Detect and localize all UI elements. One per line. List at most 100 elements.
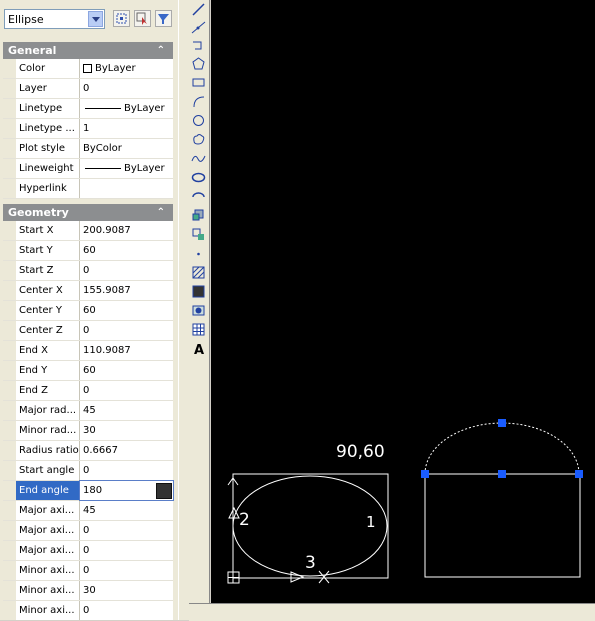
rectangle-tool-icon[interactable] (191, 75, 206, 90)
property-value[interactable]: 110.9087 (80, 341, 173, 360)
multiline-text-tool-icon[interactable]: A (191, 341, 206, 356)
arc-tool-icon[interactable] (191, 94, 206, 109)
chevron-down-icon[interactable] (88, 11, 103, 27)
property-value[interactable]: 180 (79, 480, 174, 501)
property-row[interactable]: Minor axi... 0 (3, 561, 173, 581)
arc-rectangle[interactable] (424, 473, 581, 578)
grip-center[interactable] (498, 470, 506, 478)
property-value[interactable]: 30 (80, 421, 173, 440)
property-row[interactable]: End angle 180 (3, 480, 174, 501)
property-value[interactable]: 0 (80, 521, 173, 540)
collapse-icon[interactable]: ⌃ (157, 42, 165, 59)
property-value[interactable]: 200.9087 (80, 221, 173, 240)
horizontal-scrollbar[interactable] (189, 603, 595, 621)
select-objects-button[interactable] (134, 10, 151, 27)
property-row[interactable]: Major rad... 45 (3, 401, 173, 421)
property-row[interactable]: Start Z0 (3, 261, 173, 281)
geometry-section-header[interactable]: Geometry ⌃ (3, 204, 173, 221)
property-row[interactable]: Minor axi... 0 (3, 601, 173, 620)
property-row[interactable]: Layer 0 (3, 79, 173, 99)
property-value[interactable]: 45 (80, 501, 173, 520)
gradient-tool-icon[interactable] (191, 284, 206, 299)
property-row[interactable]: Start angle 0 (3, 461, 173, 481)
row-gutter (3, 441, 16, 460)
quick-select-button[interactable] (155, 10, 172, 27)
grip-start[interactable] (421, 470, 429, 478)
property-value[interactable]: 60 (80, 301, 173, 320)
property-row[interactable]: Minor axi... 30 (3, 581, 173, 601)
polygon-tool-icon[interactable] (191, 56, 206, 71)
property-row[interactable]: Center X 155.9087 (3, 281, 173, 301)
circle-tool-icon[interactable] (191, 113, 206, 128)
property-value[interactable]: 0 (80, 601, 173, 620)
construction-line-tool-icon[interactable] (191, 20, 206, 35)
hatch-tool-icon[interactable] (191, 265, 206, 280)
property-value[interactable]: 1 (80, 119, 173, 138)
make-block-tool-icon[interactable] (191, 227, 206, 242)
grip-end[interactable] (575, 470, 583, 478)
general-section-header[interactable]: General ⌃ (3, 42, 173, 59)
ellipse-tool-icon[interactable] (191, 170, 206, 185)
property-row[interactable]: Lineweight ByLayer (3, 159, 173, 179)
line-tool-icon[interactable] (191, 2, 206, 17)
insert-block-tool-icon[interactable] (191, 208, 206, 223)
property-row[interactable]: Start X 200.9087 (3, 221, 173, 241)
property-row[interactable]: End Z0 (3, 381, 173, 401)
property-value[interactable]: 45 (80, 401, 173, 420)
property-value[interactable]: 155.9087 (80, 281, 173, 300)
property-value[interactable] (80, 179, 173, 198)
revision-cloud-tool-icon[interactable] (191, 132, 206, 147)
property-value[interactable]: 0 (80, 541, 173, 560)
ellipse-arc-tool-icon[interactable] (191, 189, 206, 204)
property-row[interactable]: End Y 60 (3, 361, 173, 381)
property-value[interactable]: 30 (80, 581, 173, 600)
ucs-cross-icon (228, 572, 239, 583)
property-row[interactable]: Center Y 60 (3, 301, 173, 321)
property-row[interactable]: Plot style ByColor (3, 139, 173, 159)
property-row[interactable]: Major axi... 0 (3, 541, 173, 561)
toggle-pickadd-button[interactable] (113, 10, 130, 27)
property-value[interactable]: 0 (80, 561, 173, 580)
property-value[interactable]: 0 (80, 321, 173, 340)
property-value[interactable]: 0 (80, 381, 173, 400)
object-type-select[interactable]: Ellipse (4, 9, 105, 29)
geometry-section: Geometry ⌃ Start X 200.9087 Start Y 60 Start… (3, 204, 174, 620)
property-value[interactable]: ByLayer (80, 99, 173, 118)
property-value[interactable]: ByLayer (80, 159, 173, 178)
property-row[interactable]: End X 110.9087 (3, 341, 173, 361)
grip-top[interactable] (498, 419, 506, 427)
table-tool-icon[interactable] (191, 322, 206, 337)
property-name: Plot style (16, 139, 80, 158)
row-gutter (3, 421, 16, 440)
region-tool-icon[interactable] (191, 303, 206, 318)
property-row[interactable]: Linetype ... 1 (3, 119, 173, 139)
calculator-icon[interactable] (156, 483, 172, 499)
property-row[interactable]: Major axi... 0 (3, 521, 173, 541)
svg-text:A: A (194, 343, 204, 356)
property-row[interactable]: Linetype ByLayer (3, 99, 173, 119)
drawing-area[interactable]: 90,60 1 2 3 (211, 0, 595, 603)
property-name: End Z (16, 381, 80, 400)
property-value[interactable]: 60 (80, 241, 173, 260)
selected-elliptical-arc[interactable] (424, 422, 580, 475)
property-value[interactable]: 0.6667 (80, 441, 173, 460)
property-row[interactable]: Minor rad... 30 (3, 421, 173, 441)
property-value[interactable]: ByColor (80, 139, 173, 158)
drawing-canvas[interactable]: 90,60 1 2 3 (211, 0, 595, 603)
property-row[interactable]: Major axi... 45 (3, 501, 173, 521)
polyline-tool-icon[interactable] (191, 38, 206, 53)
property-row[interactable]: Color ByLayer (3, 59, 173, 79)
property-row[interactable]: Hyperlink (3, 179, 173, 199)
spline-tool-icon[interactable] (191, 151, 206, 166)
property-row[interactable]: Start Y 60 (3, 241, 173, 261)
property-row[interactable]: Radius ratio 0.6667 (3, 441, 173, 461)
property-value[interactable]: 0 (80, 461, 173, 480)
property-value[interactable]: 60 (80, 361, 173, 380)
collapse-icon[interactable]: ⌃ (157, 204, 165, 221)
property-row[interactable]: Center Z0 (3, 321, 173, 341)
property-value[interactable]: 0 (80, 79, 173, 98)
property-value[interactable]: ByLayer (80, 59, 173, 78)
property-value[interactable]: 0 (80, 261, 173, 280)
property-name: Start Z (16, 261, 80, 280)
point-tool-icon[interactable] (191, 246, 206, 261)
